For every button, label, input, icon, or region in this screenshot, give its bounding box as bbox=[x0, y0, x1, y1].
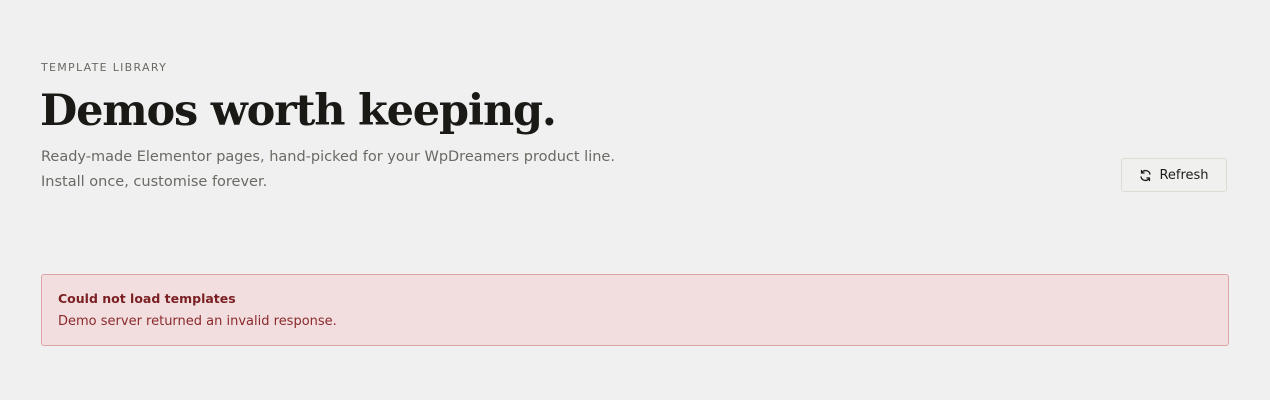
subtitle-line: Install once, customise forever. bbox=[41, 174, 268, 190]
refresh-icon bbox=[1139, 169, 1152, 182]
subtitle-line: Ready-made Elementor pages, hand-picked … bbox=[41, 149, 615, 165]
error-message: Demo server returned an invalid response… bbox=[58, 314, 337, 329]
error-title: Could not load templates bbox=[58, 291, 236, 306]
refresh-label: Refresh bbox=[1159, 167, 1209, 183]
eyebrow-label: TEMPLATE LIBRARY bbox=[41, 61, 168, 74]
error-alert: Could not load templates Demo server ret… bbox=[41, 274, 1229, 346]
page-subtitle: Ready-made Elementor pages, hand-picked … bbox=[41, 145, 615, 195]
refresh-button[interactable]: Refresh bbox=[1121, 158, 1227, 192]
page-title: Demos worth keeping. bbox=[40, 86, 557, 136]
